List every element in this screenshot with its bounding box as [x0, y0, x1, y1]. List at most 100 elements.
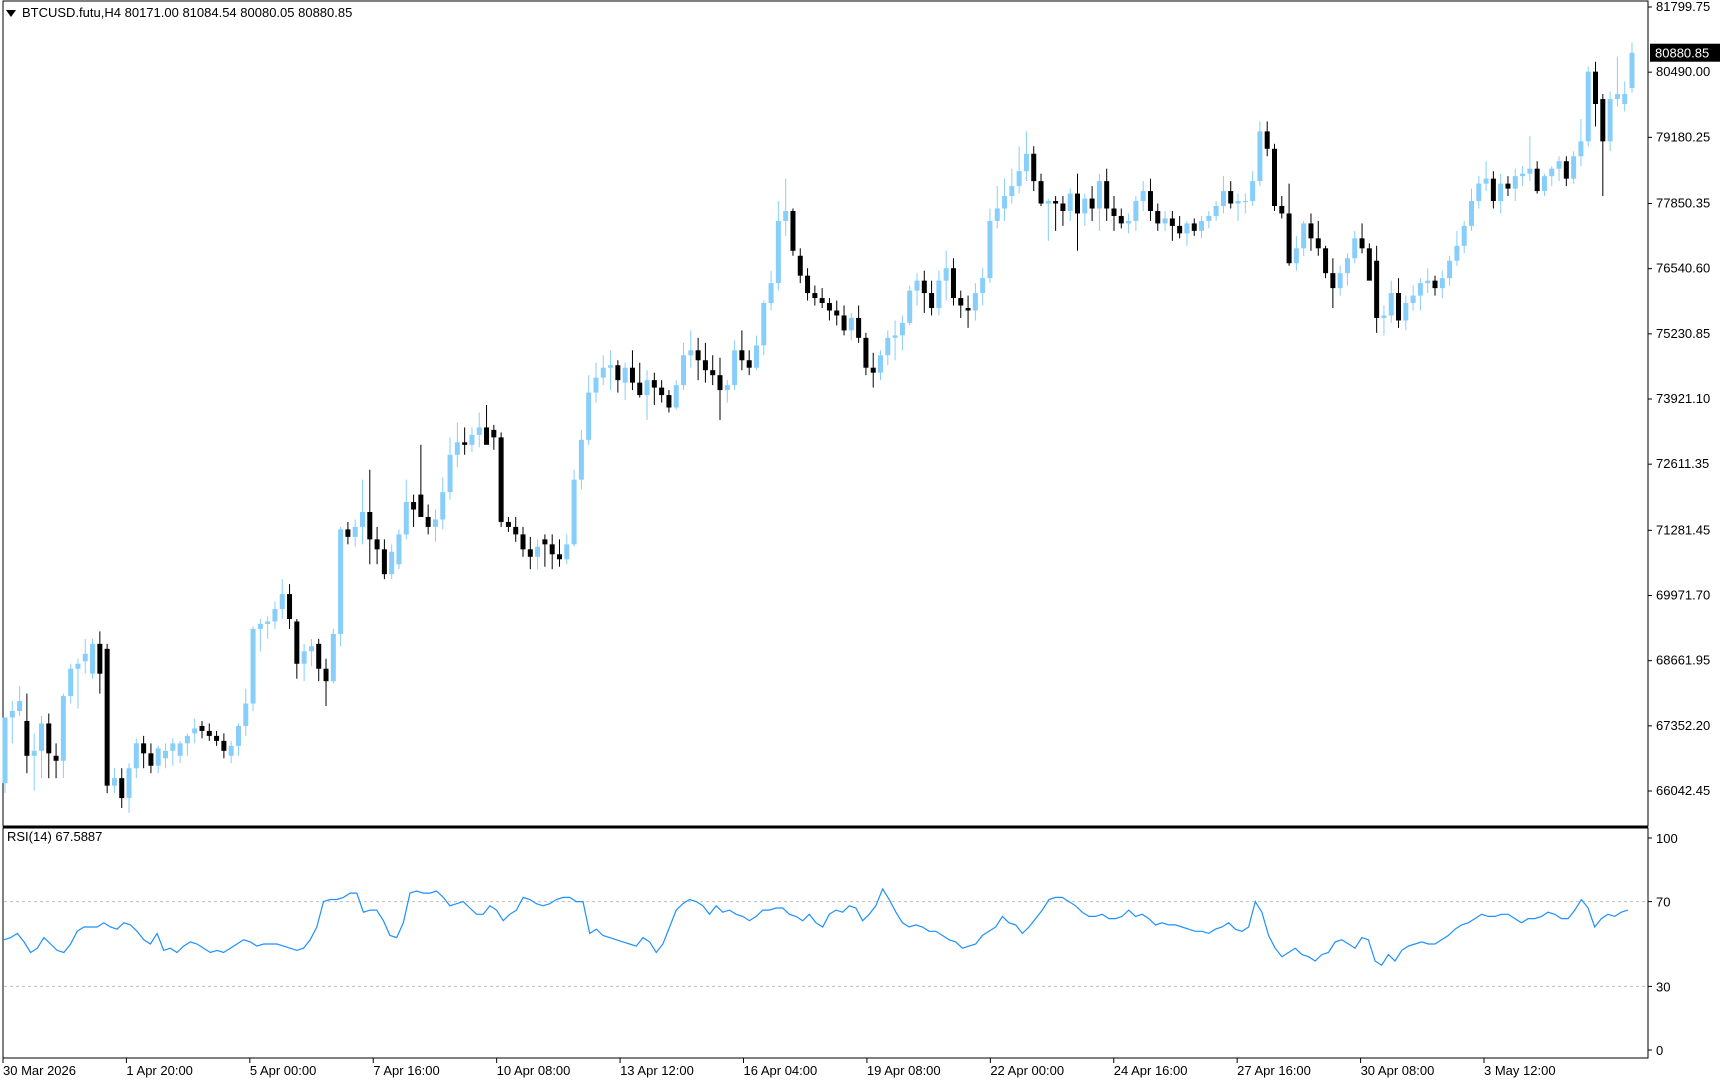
candle-body [1162, 218, 1168, 224]
candle-body [206, 730, 212, 736]
rsi-axis: 100 70 30 0 [1648, 831, 1678, 1058]
price-tick-label: 66042.45 [1656, 783, 1710, 798]
current-price-label: 80880.85 [1655, 46, 1709, 61]
candle-body [1447, 260, 1453, 279]
candle-body [330, 633, 336, 682]
time-tick-label: 5 Apr 00:00 [250, 1063, 316, 1078]
candle-body [1505, 183, 1511, 189]
candle-body [1417, 283, 1423, 296]
candle-body [1600, 99, 1606, 142]
candle-body [46, 723, 52, 754]
price-tick-label: 80490.00 [1656, 64, 1710, 79]
candle-body [75, 663, 81, 669]
candle-body [1213, 206, 1219, 216]
candle-body [97, 643, 103, 674]
chart-frame [2, 0, 1649, 1059]
candle-body [987, 220, 993, 279]
candle-body [965, 308, 971, 311]
candle-body [338, 529, 344, 634]
candle-body [746, 360, 752, 368]
candle-body [943, 268, 949, 281]
candle-body [1082, 198, 1088, 214]
candle-body [1118, 215, 1124, 224]
candle-body [761, 303, 767, 346]
candle-body [411, 502, 417, 510]
main-chart-header: BTCUSD.futu,H4 80171.00 81084.54 80080.0… [22, 5, 352, 20]
price-tick-label: 81799.75 [1656, 0, 1710, 14]
candle-body [950, 268, 956, 299]
candle-body [9, 711, 15, 718]
price-tick-label: 73921.10 [1656, 391, 1710, 406]
candle-body [294, 621, 300, 664]
candle-body [1607, 99, 1613, 142]
candle-body [1111, 208, 1117, 216]
candle-body [1337, 273, 1343, 289]
candle-body [659, 387, 665, 396]
candle-body [768, 283, 774, 304]
candle-body [549, 544, 555, 555]
candle-body [141, 743, 147, 754]
candle-body [38, 723, 44, 751]
time-tick-label: 27 Apr 16:00 [1237, 1063, 1311, 1078]
candle-body [1461, 225, 1467, 246]
candle-body [1235, 201, 1241, 204]
candle-body [637, 382, 643, 396]
candle-body [1563, 161, 1569, 179]
candle-body [520, 534, 526, 550]
candle-body [1308, 223, 1314, 239]
candle-body [972, 293, 978, 311]
price-tick-label: 69971.70 [1656, 588, 1710, 603]
candle-body [732, 350, 738, 386]
candle-body [418, 494, 424, 517]
price-tick-label: 67352.20 [1656, 718, 1710, 733]
candle-body [1578, 141, 1584, 157]
candle-body [17, 701, 23, 712]
candle-body [958, 298, 964, 306]
candle-body [1374, 260, 1380, 318]
candle-body [695, 350, 701, 361]
candle-body [1220, 191, 1226, 207]
price-tick-label: 72611.35 [1656, 456, 1709, 471]
candle-body [899, 322, 905, 336]
rsi-tick-label: 0 [1656, 1043, 1663, 1058]
candle-body [688, 350, 694, 356]
candle-body [870, 367, 876, 373]
candle-body [60, 696, 66, 761]
candle-body [805, 275, 811, 294]
candle-body [666, 395, 672, 408]
candle-body [1169, 218, 1175, 226]
candle-body [1381, 315, 1387, 318]
candle-body [1396, 293, 1402, 321]
candle-body [527, 549, 533, 557]
time-tick-label: 16 Apr 04:00 [744, 1063, 818, 1078]
rsi-group [3, 887, 1648, 987]
candle-body [790, 210, 796, 251]
candle-body [425, 516, 431, 527]
chart-canvas: 81799.75 80490.00 79180.25 77850.35 76540.60… [2, 0, 1720, 1078]
candle-body [1556, 161, 1562, 169]
candle-body [184, 735, 190, 744]
candle-body [1614, 94, 1620, 100]
candle-body [608, 365, 614, 368]
candle-body [1468, 201, 1474, 226]
candle-body [1250, 181, 1256, 202]
candle-body [1425, 280, 1431, 284]
candle-body [1023, 153, 1029, 172]
candle-body [272, 609, 278, 622]
candle-body [1133, 201, 1139, 221]
candle-body [724, 385, 730, 391]
candle-body [681, 355, 687, 386]
candle-body [345, 529, 351, 537]
candle-body [352, 526, 358, 537]
candle-body [484, 427, 490, 445]
price-tick-label: 75230.85 [1656, 326, 1710, 341]
collapse-triangle-icon[interactable] [6, 10, 16, 17]
candle-body [1541, 176, 1547, 192]
candle-body [1286, 213, 1292, 264]
candle-body [1498, 183, 1504, 202]
candle-body [819, 298, 825, 304]
candle-body [367, 511, 373, 540]
candle-body [1264, 131, 1270, 149]
candle-body [834, 310, 840, 316]
candle-body [257, 623, 263, 629]
